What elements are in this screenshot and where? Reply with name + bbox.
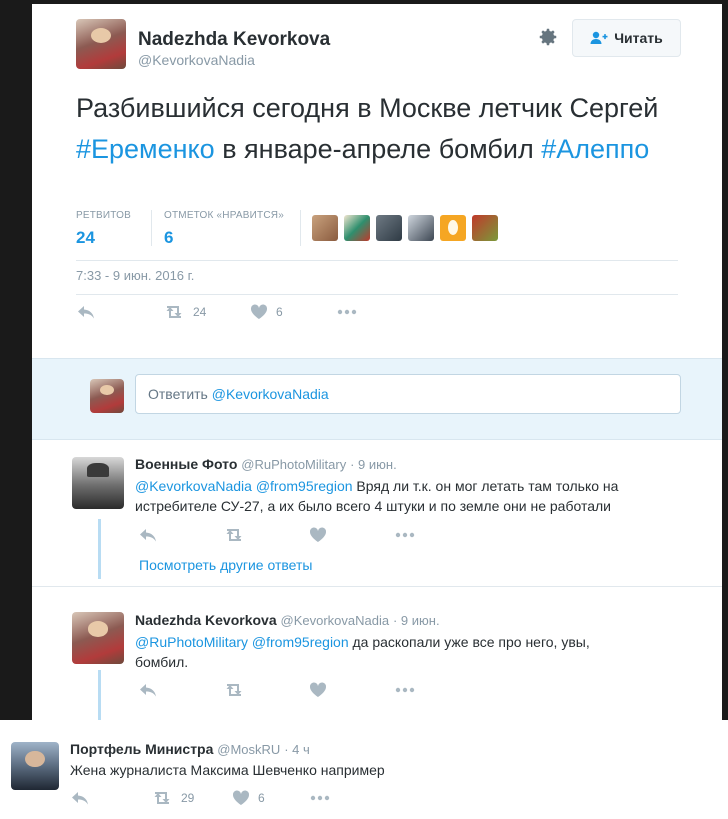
reply-text: @RuPhotoMilitary @from95region да раскоп… xyxy=(135,632,615,672)
reply-author-avatar[interactable] xyxy=(72,457,124,509)
like-count: 6 xyxy=(276,305,283,319)
liker-avatar[interactable] xyxy=(440,215,466,241)
liker-avatar[interactable] xyxy=(312,215,338,241)
more-action[interactable] xyxy=(394,682,416,698)
mention-link[interactable]: @KevorkovaNadia xyxy=(135,478,252,494)
reply-header: Военные Фото @RuPhotoMilitary · 9 июн. xyxy=(135,456,397,472)
reply-action[interactable] xyxy=(70,790,90,806)
thread-line xyxy=(98,670,101,720)
follow-label: Читать xyxy=(614,30,663,46)
tweet-timestamp[interactable]: 7:33 - 9 июн. 2016 г. xyxy=(76,268,194,283)
retweet-action[interactable]: 29 xyxy=(151,790,194,806)
mention-link[interactable]: @from95region xyxy=(256,478,353,494)
tweet-text: Разбившийся сегодня в Москве летчик Серг… xyxy=(76,88,696,170)
reply-author-handle[interactable]: @RuPhotoMilitary xyxy=(241,457,346,472)
follow-button[interactable]: Читать xyxy=(572,19,681,57)
tweet-text-part: Разбившийся сегодня в Москве летчик Серг… xyxy=(76,93,659,123)
reply-icon xyxy=(72,792,88,805)
retweet-action[interactable] xyxy=(223,527,245,543)
hashtag-link[interactable]: #Алеппо xyxy=(541,134,649,164)
thread-line xyxy=(98,519,101,579)
liker-avatar[interactable] xyxy=(408,215,434,241)
retweet-icon xyxy=(154,792,170,804)
reply-action[interactable] xyxy=(138,682,158,698)
retweet-count: 29 xyxy=(181,791,195,805)
hashtag-link[interactable]: #Еременко xyxy=(76,134,215,164)
like-action[interactable] xyxy=(309,682,327,698)
liker-avatar[interactable] xyxy=(376,215,402,241)
reply-icon xyxy=(78,306,94,319)
reply-date[interactable]: · 9 июн. xyxy=(393,613,440,628)
tweet-card: Nadezhda Kevorkova @KevorkovaNadia Читат… xyxy=(32,4,722,720)
view-more-replies-link[interactable]: Посмотреть другие ответы xyxy=(139,557,312,573)
outer-tweet-header: Портфель Министра @MoskRU · 4 ч xyxy=(70,741,310,757)
reply-input[interactable]: Ответить @KevorkovaNadia xyxy=(135,374,681,414)
reply-icon xyxy=(140,684,156,697)
liker-avatar[interactable] xyxy=(472,215,498,241)
reply-text: @KevorkovaNadia @from95region Вряд ли т.… xyxy=(135,476,695,516)
retweet-action[interactable]: 24 xyxy=(163,304,206,320)
reply-compose: Ответить @KevorkovaNadia xyxy=(32,358,722,440)
more-action[interactable] xyxy=(309,790,331,806)
retweet-icon xyxy=(166,306,182,318)
more-action[interactable] xyxy=(336,304,358,320)
author-handle[interactable]: @KevorkovaNadia xyxy=(138,52,255,68)
like-action[interactable]: 6 xyxy=(232,790,265,806)
gear-icon[interactable] xyxy=(537,26,559,48)
more-icon xyxy=(337,309,357,315)
mention-link[interactable]: @RuPhotoMilitary xyxy=(135,634,248,650)
liker-avatar[interactable] xyxy=(344,215,370,241)
divider xyxy=(76,294,678,295)
like-action[interactable]: 6 xyxy=(250,304,283,320)
divider xyxy=(76,260,678,261)
more-action[interactable] xyxy=(394,527,416,543)
outer-author-handle[interactable]: @MoskRU xyxy=(217,742,280,757)
more-icon xyxy=(310,795,330,801)
outer-tweet-text: Жена журналиста Максима Шевченко наприме… xyxy=(70,762,385,778)
heart-icon xyxy=(232,790,250,805)
more-icon xyxy=(395,687,415,693)
stat-divider xyxy=(151,210,152,246)
heart-icon xyxy=(309,682,327,697)
tweet-text-part: в январе-апреле бомбил xyxy=(214,134,542,164)
author-avatar[interactable] xyxy=(76,19,126,69)
reply-header: Nadezhda Kevorkova @KevorkovaNadia · 9 и… xyxy=(135,612,440,628)
reply-action[interactable] xyxy=(76,304,96,320)
author-name[interactable]: Nadezhda Kevorkova xyxy=(138,29,330,51)
reply-author-name[interactable]: Военные Фото xyxy=(135,456,237,472)
retweet-count: 24 xyxy=(193,305,207,319)
retweet-icon xyxy=(226,529,242,541)
outer-tweet-date[interactable]: · 4 ч xyxy=(284,742,310,757)
likes-count[interactable]: 6 xyxy=(164,228,173,248)
divider xyxy=(32,586,722,587)
reply-action[interactable] xyxy=(138,527,158,543)
retweet-icon xyxy=(226,684,242,696)
outer-author-name[interactable]: Портфель Министра xyxy=(70,741,213,757)
heart-icon xyxy=(309,527,327,542)
reply-author-handle[interactable]: @KevorkovaNadia xyxy=(281,613,390,628)
stat-divider xyxy=(300,210,301,246)
add-user-icon xyxy=(590,31,608,44)
reply-author-name[interactable]: Nadezhda Kevorkova xyxy=(135,612,277,628)
mention-link[interactable]: @from95region xyxy=(252,634,349,650)
more-icon xyxy=(395,532,415,538)
retweets-count[interactable]: 24 xyxy=(76,228,95,248)
viewer-avatar xyxy=(90,379,124,413)
reply-author-avatar[interactable] xyxy=(72,612,124,664)
embedded-screenshot: Nadezhda Kevorkova @KevorkovaNadia Читат… xyxy=(0,0,728,720)
outer-author-avatar[interactable] xyxy=(11,742,59,790)
retweets-label: РЕТВИТОВ xyxy=(76,210,132,221)
like-action[interactable] xyxy=(309,527,327,543)
heart-icon xyxy=(250,304,268,319)
reply-placeholder: Ответить xyxy=(148,386,212,402)
reply-placeholder-handle: @KevorkovaNadia xyxy=(211,386,329,402)
reply-date[interactable]: · 9 июн. xyxy=(350,457,397,472)
retweet-action[interactable] xyxy=(223,682,245,698)
likes-label: ОТМЕТОК «НРАВИТСЯ» xyxy=(164,210,284,221)
reply-icon xyxy=(140,529,156,542)
like-count: 6 xyxy=(258,791,265,805)
